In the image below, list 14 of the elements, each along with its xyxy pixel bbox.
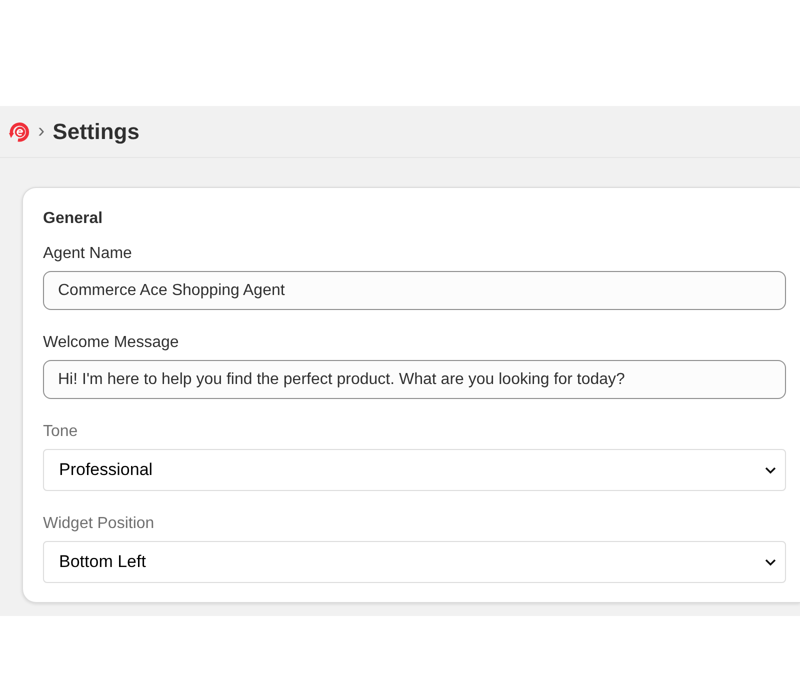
chevron-down-icon — [765, 466, 776, 474]
section-title: General — [43, 209, 103, 229]
page-title: Settings — [52, 118, 140, 144]
text-input[interactable]: Hi! I'm here to help you find the perfect product. What are you looking for today? — [43, 360, 786, 399]
logo-icon — [8, 122, 30, 142]
select-dropdown[interactable]: Professional — [43, 449, 786, 491]
field-label: Welcome Message — [43, 333, 179, 353]
breadcrumb-separator: › — [38, 120, 45, 140]
chevron-down-icon — [765, 558, 776, 566]
field-label: Tone — [43, 422, 78, 442]
select-dropdown[interactable]: Bottom Left — [43, 541, 786, 583]
text-input[interactable]: Commerce Ace Shopping Agent — [43, 271, 786, 310]
field-label: Agent Name — [43, 244, 132, 264]
field-label: Widget Position — [43, 514, 154, 534]
